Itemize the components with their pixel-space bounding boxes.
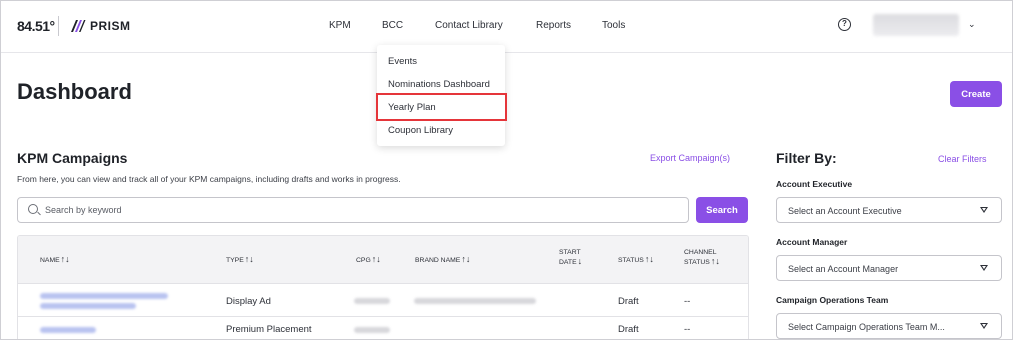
sort-icon[interactable]: ↑↓ <box>245 254 254 264</box>
sort-icon[interactable]: ↑↓ <box>645 254 654 264</box>
filter-label-campaign-operations-team: Campaign Operations Team <box>776 295 889 305</box>
app-window: 84.51° PRISM KPM BCC Contact Library Rep… <box>0 0 1013 340</box>
sort-icon[interactable]: ↑↓ <box>61 254 70 264</box>
prism-logo-icon <box>71 20 86 32</box>
nav-bcc[interactable]: BCC <box>382 20 403 31</box>
nav-reports[interactable]: Reports <box>536 20 571 31</box>
cell-brand-name <box>414 298 536 304</box>
campaign-name-link[interactable] <box>40 303 136 309</box>
nav-tools[interactable]: Tools <box>602 20 625 31</box>
cell-status: Draft <box>618 296 639 307</box>
section-description: From here, you can view and track all of… <box>17 174 401 184</box>
cell-cpg <box>354 298 390 304</box>
campaigns-table: NAME↑↓ TYPE↑↓ CPG↑↓ BRAND NAME↑↓ START D… <box>17 235 749 339</box>
campaign-operations-team-select[interactable]: Select Campaign Operations Team M... <box>776 313 1002 339</box>
nav-kpm[interactable]: KPM <box>329 20 351 31</box>
section-title: KPM Campaigns <box>17 150 128 166</box>
filter-title: Filter By: <box>776 150 837 166</box>
create-button[interactable]: Create <box>950 81 1002 107</box>
nav-contact-library[interactable]: Contact Library <box>435 20 503 31</box>
account-executive-select[interactable]: Select an Account Executive <box>776 197 1002 223</box>
product-name[interactable]: PRISM <box>90 19 131 33</box>
campaign-name-link[interactable] <box>40 327 96 333</box>
column-header-status[interactable]: STATUS↑↓ <box>618 255 654 265</box>
menu-item-coupon-library[interactable]: Coupon Library <box>388 125 453 136</box>
menu-item-events[interactable]: Events <box>388 56 417 67</box>
select-placeholder: Select Campaign Operations Team M... <box>788 322 945 332</box>
chevron-down-icon <box>980 265 988 271</box>
chevron-down-icon <box>980 207 988 213</box>
cell-channel-status: -- <box>684 324 691 335</box>
cell-type: Display Ad <box>226 296 271 307</box>
page-title: Dashboard <box>17 79 132 104</box>
column-header-start-date[interactable]: START DATE↓ <box>559 248 595 267</box>
search-button[interactable]: Search <box>696 197 748 223</box>
company-logo[interactable]: 84.51° <box>17 18 55 34</box>
logo-divider <box>58 16 59 36</box>
sort-icon[interactable]: ↑↓ <box>711 256 720 266</box>
sort-icon[interactable]: ↑↓ <box>372 254 381 264</box>
select-placeholder: Select an Account Executive <box>788 206 902 216</box>
search-placeholder: Search by keyword <box>45 205 122 215</box>
clear-filters-link[interactable]: Clear Filters <box>938 154 987 164</box>
table-header: NAME↑↓ TYPE↑↓ CPG↑↓ BRAND NAME↑↓ START D… <box>18 236 748 284</box>
filter-label-account-manager: Account Manager <box>776 237 848 247</box>
select-placeholder: Select an Account Manager <box>788 264 899 274</box>
yearly-plan-highlight-box <box>376 93 507 121</box>
export-campaigns-link[interactable]: Export Campaign(s) <box>650 153 730 163</box>
table-row[interactable]: Premium Placement Draft -- <box>18 317 748 339</box>
cell-type: Premium Placement <box>226 324 312 335</box>
user-menu[interactable] <box>873 14 959 36</box>
chevron-down-icon[interactable]: ⌄ <box>968 19 976 30</box>
chevron-down-icon <box>980 323 988 329</box>
table-row[interactable]: Display Ad Draft -- <box>18 284 748 317</box>
sort-icon[interactable]: ↑↓ <box>461 254 470 264</box>
column-header-brand-name[interactable]: BRAND NAME↑↓ <box>415 255 470 265</box>
filter-label-account-executive: Account Executive <box>776 179 853 189</box>
search-icon <box>28 204 38 214</box>
sort-icon[interactable]: ↓ <box>578 256 583 266</box>
cell-channel-status: -- <box>684 296 691 307</box>
cell-status: Draft <box>618 324 639 335</box>
account-manager-select[interactable]: Select an Account Manager <box>776 255 1002 281</box>
top-nav: 84.51° PRISM KPM BCC Contact Library Rep… <box>1 1 1012 53</box>
column-header-channel-status[interactable]: CHANNEL STATUS↑↓ <box>684 248 734 267</box>
menu-item-nominations-dashboard[interactable]: Nominations Dashboard <box>388 79 490 90</box>
help-circle-icon[interactable]: ? <box>838 18 851 31</box>
column-header-name[interactable]: NAME↑↓ <box>40 255 70 265</box>
column-header-type[interactable]: TYPE↑↓ <box>226 255 254 265</box>
campaign-name-link[interactable] <box>40 293 168 299</box>
search-input[interactable]: Search by keyword <box>17 197 689 223</box>
column-header-cpg[interactable]: CPG↑↓ <box>356 255 381 265</box>
cell-cpg <box>354 327 390 333</box>
